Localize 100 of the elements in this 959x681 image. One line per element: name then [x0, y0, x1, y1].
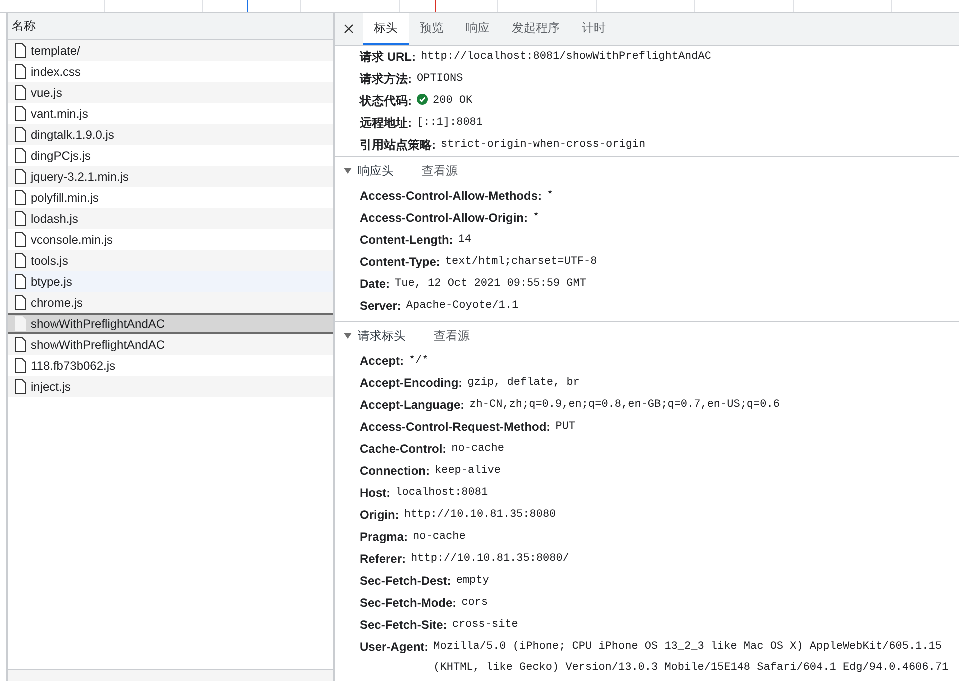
request-row[interactable]: showWithPreflightAndAC	[8, 334, 333, 355]
request-row[interactable]: lodash.js	[8, 208, 333, 229]
tab[interactable]: 预览	[409, 13, 455, 45]
request-row[interactable]: index.css	[8, 61, 333, 82]
header-value: no-cache	[452, 442, 504, 457]
request-row[interactable]: 118.fb73b062.js	[8, 355, 333, 376]
header-value: Tue, 12 Oct 2021 09:55:59 GMT	[395, 277, 586, 292]
expand-triangle-icon[interactable]	[344, 332, 352, 340]
header-name: Content-Type:	[360, 254, 440, 271]
file-icon	[15, 211, 26, 226]
header-name: Pragma:	[360, 529, 408, 546]
request-name: showWithPreflightAndAC	[31, 316, 166, 330]
request-name: lodash.js	[31, 212, 78, 226]
request-row[interactable]: chrome.js	[8, 292, 333, 313]
header-name: 请求方法:	[360, 71, 412, 88]
header-value: localhost:8081	[396, 486, 488, 501]
header-value: PUT	[556, 420, 576, 435]
file-icon	[15, 358, 26, 373]
request-name: dingPCjs.js	[31, 148, 92, 162]
request-name: vconsole.min.js	[31, 232, 114, 246]
request-row[interactable]: vue.js	[8, 82, 333, 103]
section-title[interactable]: 响应头	[358, 162, 394, 180]
header-name: Content-Length:	[360, 232, 454, 249]
header-value: */*	[409, 354, 429, 369]
request-row[interactable]: vconsole.min.js	[8, 229, 333, 250]
header-name: Sec-Fetch-Site:	[360, 617, 448, 634]
header-name: Referer:	[360, 551, 406, 568]
request-name: dingtalk.1.9.0.js	[31, 128, 114, 142]
request-name: jquery-3.2.1.min.js	[31, 170, 130, 184]
file-icon	[15, 316, 26, 331]
header-name: Origin:	[360, 507, 400, 524]
request-row[interactable]: template/	[8, 40, 333, 61]
file-icon	[15, 337, 26, 352]
request-row[interactable]: vant.min.js	[8, 103, 333, 124]
header-name: Date:	[360, 276, 390, 293]
header-value: [::1]:8081	[417, 116, 484, 131]
request-name: vant.min.js	[31, 106, 88, 120]
request-row[interactable]: dingPCjs.js	[8, 145, 333, 166]
view-source-link[interactable]: 查看源	[422, 162, 458, 180]
section-title[interactable]: 请求标头	[358, 328, 406, 344]
file-icon	[15, 43, 26, 58]
request-row[interactable]: polyfill.min.js	[8, 187, 333, 208]
tab[interactable]: 标头	[363, 13, 409, 45]
request-name: chrome.js	[31, 296, 84, 310]
expand-triangle-icon[interactable]	[344, 167, 352, 175]
request-name: 118.fb73b062.js	[31, 358, 116, 372]
header-value: text/html;charset=UTF-8	[445, 255, 598, 270]
file-icon	[15, 85, 26, 100]
column-header[interactable]: 名称	[8, 13, 333, 40]
file-icon	[15, 106, 26, 121]
header-name: Accept-Language:	[360, 397, 465, 414]
tab[interactable]: 响应	[455, 13, 501, 45]
request-name: index.css	[31, 64, 82, 78]
file-icon	[15, 148, 26, 163]
view-source-link[interactable]: 查看源	[434, 328, 470, 344]
header-name: 远程地址:	[360, 115, 412, 132]
header-value: Mozilla/5.0 (iPhone; CPU iPhone OS 13_2_3 like Mac OS X) AppleWebKit/605.1.15 (KHTML, like Gecko) Version/13.0.3 Mobile/15E148 Safari/604.1 Edg/94.0.4606.71	[434, 640, 950, 676]
request-row[interactable]: showWithPreflightAndAC	[8, 313, 333, 334]
header-value: gzip, deflate, br	[468, 376, 580, 391]
request-name: btype.js	[31, 274, 72, 288]
header-value: *	[533, 211, 540, 226]
header-name: 请求 URL:	[360, 49, 416, 66]
header-value: OPTIONS	[417, 72, 464, 87]
header-value: http://10.10.81.35:8080/	[411, 552, 570, 567]
request-name: inject.js	[31, 380, 72, 394]
header-name: Host:	[360, 485, 391, 502]
header-name: Cache-Control:	[360, 441, 447, 458]
header-name: Sec-Fetch-Dest:	[360, 573, 452, 590]
header-value: 200 OK	[433, 94, 473, 109]
header-name: Accept-Encoding:	[360, 375, 463, 392]
request-row[interactable]: dingtalk.1.9.0.js	[8, 124, 333, 145]
file-icon	[15, 127, 26, 142]
header-name: 状态代码:	[360, 93, 412, 110]
request-row[interactable]: jquery-3.2.1.min.js	[8, 166, 333, 187]
file-icon	[15, 253, 26, 268]
file-icon	[15, 379, 26, 394]
file-icon	[15, 169, 26, 184]
request-row[interactable]: btype.js	[8, 271, 333, 292]
header-value: *	[547, 189, 554, 204]
header-value: empty	[456, 574, 490, 589]
header-name: Accept:	[360, 353, 404, 370]
tab[interactable]: 计时	[571, 13, 617, 45]
header-value: keep-alive	[435, 464, 502, 479]
request-row[interactable]: inject.js	[8, 376, 333, 397]
request-name: template/	[31, 44, 80, 58]
tab[interactable]: 发起程序	[501, 13, 571, 45]
header-value: 14	[458, 233, 472, 248]
header-name: Access-Control-Allow-Origin:	[360, 210, 528, 227]
close-icon[interactable]	[343, 23, 355, 35]
header-name: Sec-Fetch-Mode:	[360, 595, 457, 612]
header-value: Apache-Coyote/1.1	[406, 299, 519, 314]
header-value: http://10.10.81.35:8080	[404, 508, 556, 523]
request-name: tools.js	[31, 254, 68, 268]
header-name: 引用站点策略:	[360, 137, 436, 154]
header-value: cross-site	[452, 618, 518, 633]
request-row[interactable]: tools.js	[8, 250, 333, 271]
header-value: no-cache	[413, 530, 466, 545]
file-icon	[15, 64, 26, 79]
header-value: cors	[462, 596, 488, 611]
header-name: Access-Control-Request-Method:	[360, 419, 551, 436]
